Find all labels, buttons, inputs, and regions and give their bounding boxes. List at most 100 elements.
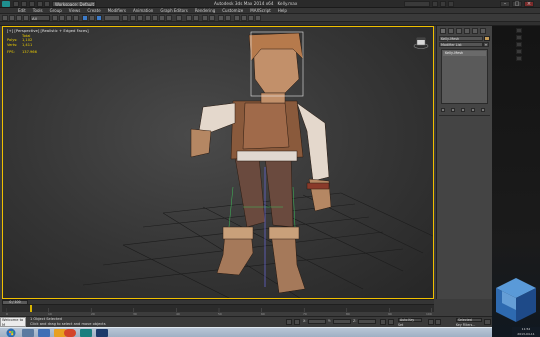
viewcube-icon[interactable] bbox=[413, 37, 429, 49]
viewport-scene[interactable] bbox=[3, 27, 434, 299]
motion-tab-icon[interactable] bbox=[464, 28, 470, 34]
rotate-icon[interactable] bbox=[89, 15, 95, 21]
pin-stack-icon[interactable] bbox=[441, 108, 445, 112]
key-mode-select[interactable]: Selected bbox=[456, 318, 482, 322]
utilities-tab-icon[interactable] bbox=[480, 28, 486, 34]
play-icon[interactable] bbox=[435, 319, 441, 325]
modifier-stack[interactable]: Kelly-Mesh bbox=[441, 49, 488, 104]
grid-icon[interactable] bbox=[380, 319, 386, 325]
configure-sets-icon[interactable] bbox=[481, 108, 485, 112]
make-unique-icon[interactable] bbox=[461, 108, 465, 112]
character-model[interactable] bbox=[190, 32, 332, 294]
undo-icon[interactable] bbox=[37, 1, 43, 7]
schematic-view-icon[interactable] bbox=[225, 15, 231, 21]
render-setup-icon[interactable] bbox=[241, 15, 247, 21]
curve-editor-icon[interactable] bbox=[218, 15, 224, 21]
menu-tools[interactable]: Tools bbox=[33, 8, 43, 13]
explorer-taskbar-icon[interactable] bbox=[22, 329, 34, 337]
absolute-mode-icon[interactable] bbox=[294, 319, 300, 325]
side-tool-icon[interactable] bbox=[516, 49, 522, 54]
link-icon[interactable] bbox=[16, 15, 22, 21]
menu-views[interactable]: Views bbox=[69, 8, 81, 13]
modify-tab-icon[interactable] bbox=[448, 28, 454, 34]
help-icon[interactable] bbox=[448, 1, 454, 7]
angle-snap-icon[interactable] bbox=[152, 15, 158, 21]
add-time-tag-icon[interactable] bbox=[388, 319, 394, 325]
menu-modifiers[interactable]: Modifiers bbox=[108, 8, 126, 13]
named-selection-icon[interactable] bbox=[176, 15, 182, 21]
spinner-snap-icon[interactable] bbox=[166, 15, 172, 21]
pivot-icon[interactable] bbox=[122, 15, 128, 21]
move-icon[interactable] bbox=[82, 15, 88, 21]
workspace-select[interactable]: Workspace: Default bbox=[52, 1, 96, 7]
render-teapot-icon[interactable] bbox=[255, 15, 261, 21]
chevron-down-icon[interactable]: ▾ bbox=[483, 42, 489, 47]
window-crossing-icon[interactable] bbox=[73, 15, 79, 21]
open-file-icon[interactable] bbox=[21, 1, 27, 7]
select-by-name-icon[interactable] bbox=[59, 15, 65, 21]
menu-rendering[interactable]: Rendering bbox=[195, 8, 215, 13]
maximize-button[interactable]: □ bbox=[512, 1, 522, 7]
side-tool-icon[interactable] bbox=[516, 56, 522, 61]
selection-filter-select[interactable]: All bbox=[30, 15, 50, 21]
snap-toggle-icon[interactable] bbox=[145, 15, 151, 21]
y-coord-field[interactable] bbox=[333, 319, 351, 324]
star-icon[interactable] bbox=[440, 1, 446, 7]
menu-graph-editors[interactable]: Graph Editors bbox=[160, 8, 187, 13]
align-icon[interactable] bbox=[193, 15, 199, 21]
go-to-start-icon[interactable] bbox=[428, 319, 434, 325]
z-coord-field[interactable] bbox=[358, 319, 376, 324]
rect-select-icon[interactable] bbox=[66, 15, 72, 21]
object-name-field[interactable]: Kelly-Mesh bbox=[439, 36, 483, 41]
maxscript-listener[interactable]: Welcome to M bbox=[0, 317, 26, 327]
scale-icon[interactable] bbox=[96, 15, 102, 21]
perspective-viewport[interactable]: [+] [Perspective] [Realistic + Edged Fac… bbox=[2, 26, 434, 299]
object-color-swatch[interactable] bbox=[484, 36, 490, 41]
ie-taskbar-icon[interactable] bbox=[38, 329, 50, 337]
mirror-icon[interactable] bbox=[186, 15, 192, 21]
start-button[interactable] bbox=[6, 328, 16, 337]
search-input[interactable] bbox=[404, 1, 430, 7]
zoom-extents-icon[interactable] bbox=[484, 319, 491, 325]
redo-tool-icon[interactable] bbox=[9, 15, 15, 21]
redo-icon[interactable] bbox=[44, 1, 50, 7]
menu-group[interactable]: Group bbox=[50, 8, 62, 13]
close-button[interactable]: × bbox=[524, 1, 534, 7]
auto-key-button[interactable]: Auto Key bbox=[398, 318, 422, 322]
material-editor-icon[interactable] bbox=[234, 15, 240, 21]
lock-selection-icon[interactable] bbox=[286, 319, 292, 325]
chrome-taskbar-icon[interactable] bbox=[64, 329, 76, 337]
menu-help[interactable]: Help bbox=[278, 8, 287, 13]
menu-create[interactable]: Create bbox=[87, 8, 100, 13]
side-tool-icon[interactable] bbox=[516, 35, 522, 40]
keyboard-shortcut-icon[interactable] bbox=[137, 15, 143, 21]
photoshop-taskbar-icon[interactable] bbox=[96, 329, 108, 337]
display-tab-icon[interactable] bbox=[472, 28, 478, 34]
select-object-icon[interactable] bbox=[52, 15, 58, 21]
hierarchy-tab-icon[interactable] bbox=[456, 28, 462, 34]
graphite-toggle-icon[interactable] bbox=[209, 15, 215, 21]
undo-tool-icon[interactable] bbox=[2, 15, 8, 21]
unlink-icon[interactable] bbox=[23, 15, 29, 21]
x-coord-field[interactable] bbox=[308, 319, 326, 324]
remove-modifier-icon[interactable] bbox=[471, 108, 475, 112]
percent-snap-icon[interactable] bbox=[159, 15, 165, 21]
side-tool-icon[interactable] bbox=[516, 28, 522, 33]
modifier-list-select[interactable]: Modifier List bbox=[439, 42, 483, 47]
menu-animation[interactable]: Animation bbox=[133, 8, 153, 13]
rendered-frame-icon[interactable] bbox=[248, 15, 254, 21]
create-tab-icon[interactable] bbox=[440, 28, 446, 34]
menu-maxscript[interactable]: MAXScript bbox=[250, 8, 271, 13]
new-file-icon[interactable] bbox=[13, 1, 19, 7]
menu-customize[interactable]: Customize bbox=[222, 8, 243, 13]
save-file-icon[interactable] bbox=[29, 1, 35, 7]
app-logo-icon[interactable] bbox=[2, 1, 10, 7]
menu-edit[interactable]: Edit bbox=[18, 8, 26, 13]
minimize-button[interactable]: – bbox=[500, 1, 510, 7]
search-icon[interactable] bbox=[432, 1, 438, 7]
layer-manager-icon[interactable] bbox=[202, 15, 208, 21]
side-tool-icon[interactable] bbox=[516, 42, 522, 47]
system-clock[interactable]: 11:52 2013-04-11 bbox=[512, 327, 540, 337]
show-end-result-icon[interactable] bbox=[451, 108, 455, 112]
reference-coord-select[interactable] bbox=[104, 15, 120, 21]
